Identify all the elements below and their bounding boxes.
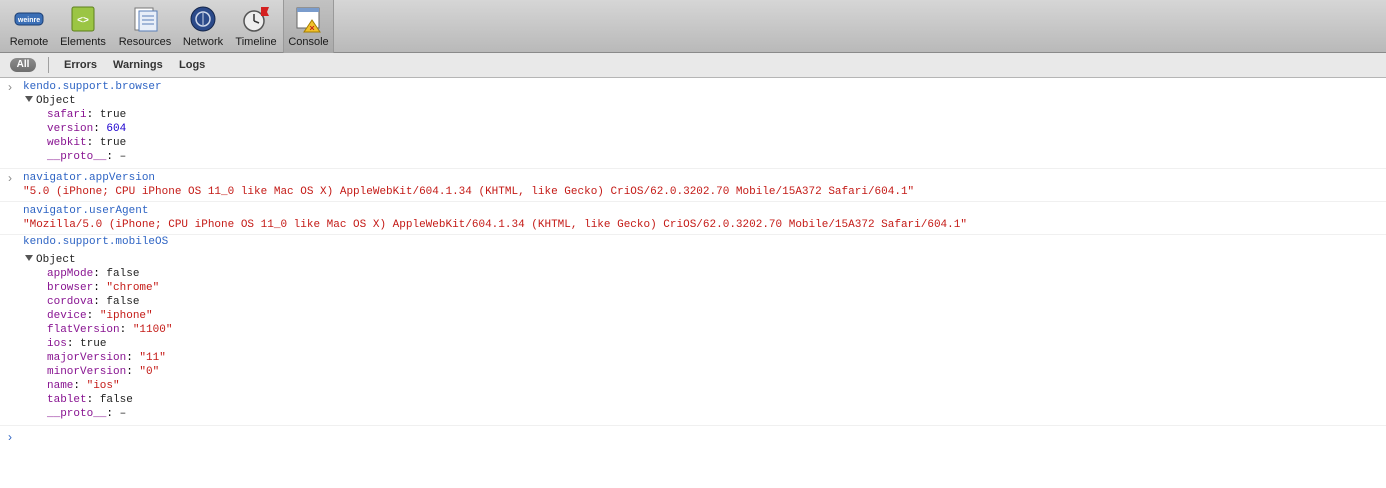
console-command: navigator.appVersion xyxy=(23,172,156,184)
property-value: "ios" xyxy=(86,380,120,392)
console-icon: ✕ xyxy=(296,7,321,33)
network-icon xyxy=(190,6,216,32)
object-property[interactable]: __proto__: – xyxy=(0,150,1386,164)
object-property: webkit: true xyxy=(47,137,127,149)
object-property: safari: true xyxy=(47,109,127,121)
property-value: "0" xyxy=(139,366,160,378)
filter-logs-button[interactable]: Logs xyxy=(179,58,205,72)
property-key: cordova xyxy=(47,296,94,308)
property-key: majorVersion xyxy=(47,352,127,364)
filter-errors-button[interactable]: Errors xyxy=(64,58,97,72)
object-label: Object xyxy=(36,254,76,266)
object-property: ios: true xyxy=(47,338,107,350)
console-command: kendo.support.browser xyxy=(23,81,162,93)
filter-divider xyxy=(48,57,49,73)
object-property[interactable]: __proto__: – xyxy=(0,407,1386,421)
property-value: 604 xyxy=(106,123,127,135)
console-output: › kendo.support.browser Object safari: t… xyxy=(0,78,1386,446)
toolbar-elements[interactable]: <> Elements xyxy=(58,0,108,53)
property-key: tablet xyxy=(47,394,87,406)
property-value: true xyxy=(80,338,107,350)
console-result: "Mozilla/5.0 (iPhone; CPU iPhone OS 11_0… xyxy=(23,219,967,231)
console-result: "5.0 (iPhone; CPU iPhone OS 11_0 like Ma… xyxy=(23,186,915,198)
property-key: minorVersion xyxy=(47,366,127,378)
svg-text:✕: ✕ xyxy=(309,26,315,33)
console-command: navigator.userAgent xyxy=(23,205,149,217)
property-value: false xyxy=(99,394,133,406)
toolbar-remote[interactable]: weinre Remote xyxy=(6,0,52,53)
object-property: browser: "chrome" xyxy=(47,282,160,294)
object-property: version: 604 xyxy=(47,123,127,135)
property-key: safari xyxy=(47,109,87,121)
object-property: minorVersion: "0" xyxy=(47,366,160,378)
object-property: flatVersion: "1100" xyxy=(47,324,173,336)
console-input[interactable]: › xyxy=(0,426,1386,446)
property-value: – xyxy=(119,408,127,420)
property-value: "iphone" xyxy=(99,310,153,322)
console-message: › navigator.appVersion "5.0 (iPhone; CPU… xyxy=(0,169,1386,202)
property-value: false xyxy=(106,268,140,280)
property-key: device xyxy=(47,310,87,322)
toolbar-label-resources: Resources xyxy=(118,36,172,48)
toolbar-label-remote: Remote xyxy=(9,36,49,48)
toolbar-timeline[interactable]: Timeline xyxy=(232,0,280,53)
prompt-chevron-icon: › xyxy=(8,80,12,94)
prompt-chevron-icon: › xyxy=(8,171,12,185)
filter-all-button[interactable]: All xyxy=(10,58,36,72)
timeline-icon xyxy=(243,7,269,32)
object-tree-header[interactable]: Object xyxy=(0,94,1386,108)
object-tree-header[interactable]: Object xyxy=(0,253,1386,267)
property-key: flatVersion xyxy=(47,324,120,336)
property-value: "chrome" xyxy=(106,282,160,294)
svg-text:<>: <> xyxy=(77,15,89,26)
object-property: name: "ios" xyxy=(47,380,120,392)
weinre-logo-text: weinre xyxy=(17,17,40,24)
property-key: __proto__ xyxy=(47,151,107,163)
property-key: ios xyxy=(47,338,67,350)
resources-icon xyxy=(134,7,158,32)
console-message: navigator.userAgent "Mozilla/5.0 (iPhone… xyxy=(0,202,1386,235)
property-value: "11" xyxy=(139,352,166,364)
toolbar-label-timeline: Timeline xyxy=(235,36,277,48)
toolbar: weinre Remote <> Elements Resources Netw… xyxy=(0,0,1386,53)
console-command: kendo.support.mobileOS xyxy=(23,236,169,248)
toolbar-network[interactable]: Network xyxy=(180,0,226,53)
property-value: true xyxy=(99,137,127,149)
object-property: tablet: false xyxy=(47,394,133,406)
console-message: › kendo.support.browser Object safari: t… xyxy=(0,78,1386,169)
toolbar-resources[interactable]: Resources xyxy=(116,0,174,53)
console-message: kendo.support.mobileOS Object appMode: f… xyxy=(0,235,1386,426)
toolbar-label-elements: Elements xyxy=(60,36,106,48)
weinre-icon: weinre xyxy=(14,12,44,26)
property-key: webkit xyxy=(47,137,87,149)
object-property: cordova: false xyxy=(47,296,140,308)
property-value: – xyxy=(119,151,127,163)
property-key: browser xyxy=(47,282,94,294)
object-label: Object xyxy=(36,95,76,107)
object-property: appMode: false xyxy=(47,268,140,280)
property-value: true xyxy=(99,109,127,121)
property-value: "1100" xyxy=(132,324,173,336)
toolbar-label-network: Network xyxy=(182,36,224,48)
toolbar-console[interactable]: ✕ Console xyxy=(283,0,334,53)
property-value: false xyxy=(106,296,140,308)
toolbar-label-console: Console xyxy=(288,36,329,48)
object-property: device: "iphone" xyxy=(47,310,153,322)
expand-triangle-icon[interactable] xyxy=(25,96,33,102)
property-key: appMode xyxy=(47,268,94,280)
expand-triangle-icon[interactable] xyxy=(25,255,33,261)
console-filter-bar: All Errors Warnings Logs xyxy=(0,53,1386,78)
property-key: version xyxy=(47,123,94,135)
elements-icon: <> xyxy=(71,6,95,32)
filter-warnings-button[interactable]: Warnings xyxy=(113,58,163,72)
input-prompt-icon: › xyxy=(8,430,12,444)
property-key: __proto__ xyxy=(47,408,107,420)
object-property: majorVersion: "11" xyxy=(47,352,166,364)
property-key: name xyxy=(47,380,74,392)
